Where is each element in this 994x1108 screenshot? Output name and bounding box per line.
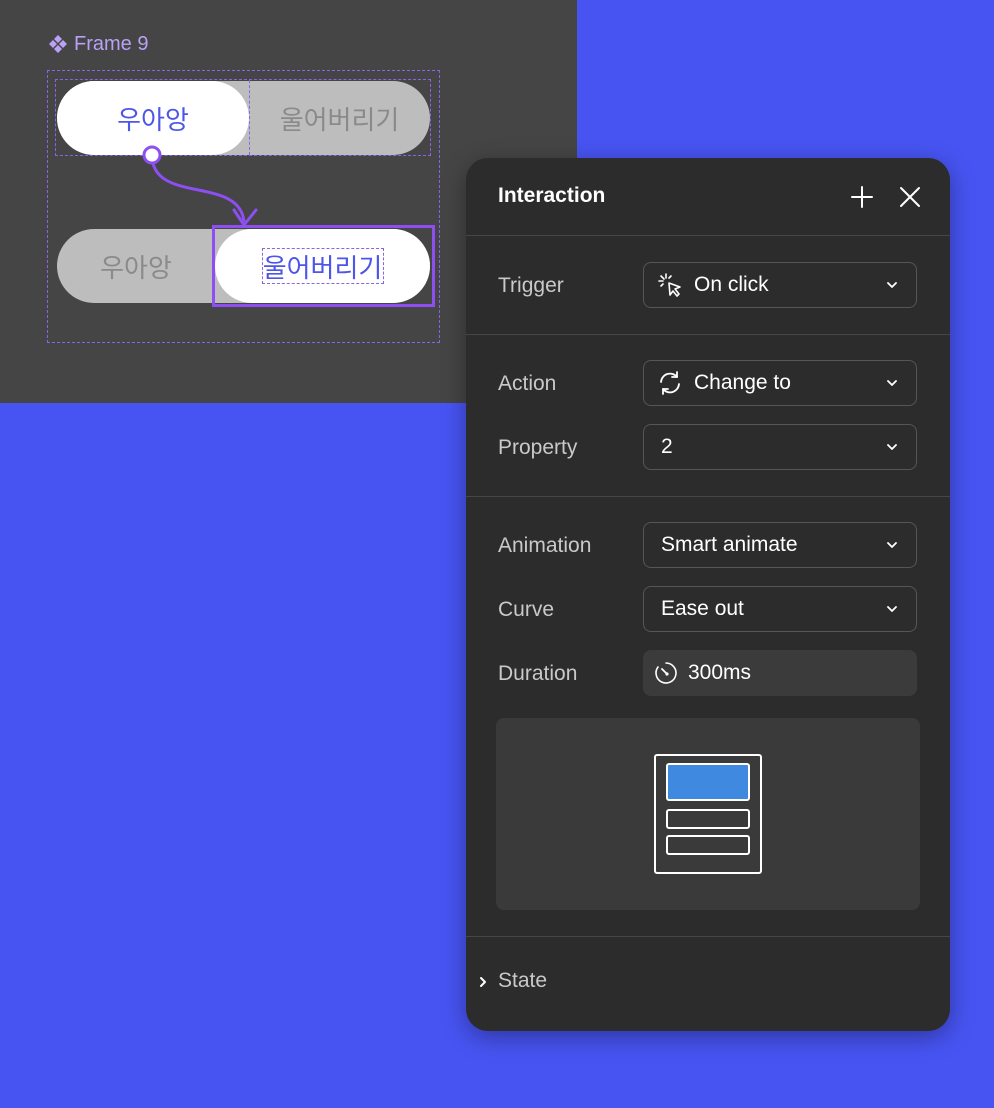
trigger-value: On click	[694, 273, 769, 296]
action-dropdown[interactable]: Change to	[643, 360, 917, 406]
property-value: 2	[661, 435, 673, 458]
animation-label: Animation	[498, 534, 592, 557]
property-label: Property	[498, 436, 578, 459]
chevron-down-icon	[887, 444, 897, 450]
animation-dropdown[interactable]: Smart animate	[643, 522, 917, 568]
duration-input[interactable]: 300ms	[643, 650, 917, 696]
click-cursor-icon	[656, 271, 684, 299]
curve-value: Ease out	[661, 597, 744, 620]
preview-block	[666, 763, 750, 801]
duration-label: Duration	[498, 662, 578, 685]
trigger-dropdown[interactable]: On click	[643, 262, 917, 308]
state-section-toggle[interactable]: State	[466, 936, 950, 1031]
chevron-down-icon	[887, 542, 897, 548]
animation-value: Smart animate	[661, 533, 798, 556]
connection-handle[interactable]	[142, 145, 162, 165]
panel-title: Interaction	[498, 184, 606, 207]
action-value: Change to	[694, 371, 791, 394]
state-label: State	[498, 969, 548, 992]
curve-dropdown[interactable]: Ease out	[643, 586, 917, 632]
curve-label: Curve	[498, 598, 555, 621]
chevron-down-icon	[887, 606, 897, 612]
preview-line	[666, 835, 750, 855]
timer-icon	[653, 660, 679, 686]
preview-line	[666, 809, 750, 829]
refresh-icon	[656, 369, 684, 397]
panel-header: Interaction	[466, 158, 950, 236]
section-divider	[466, 496, 950, 497]
animation-preview	[496, 718, 920, 910]
chevron-right-icon	[480, 977, 486, 987]
action-label: Action	[498, 372, 557, 395]
section-divider	[466, 334, 950, 335]
trigger-label: Trigger	[498, 274, 564, 297]
plus-icon[interactable]	[849, 184, 875, 210]
property-dropdown[interactable]: 2	[643, 424, 917, 470]
preview-frame-icon	[654, 754, 762, 874]
interaction-panel: Interaction Trigger On click Action Chan…	[466, 158, 950, 1031]
chevron-down-icon	[887, 282, 897, 288]
chevron-down-icon	[887, 380, 897, 386]
duration-value: 300ms	[688, 661, 752, 684]
close-icon[interactable]	[897, 184, 923, 210]
